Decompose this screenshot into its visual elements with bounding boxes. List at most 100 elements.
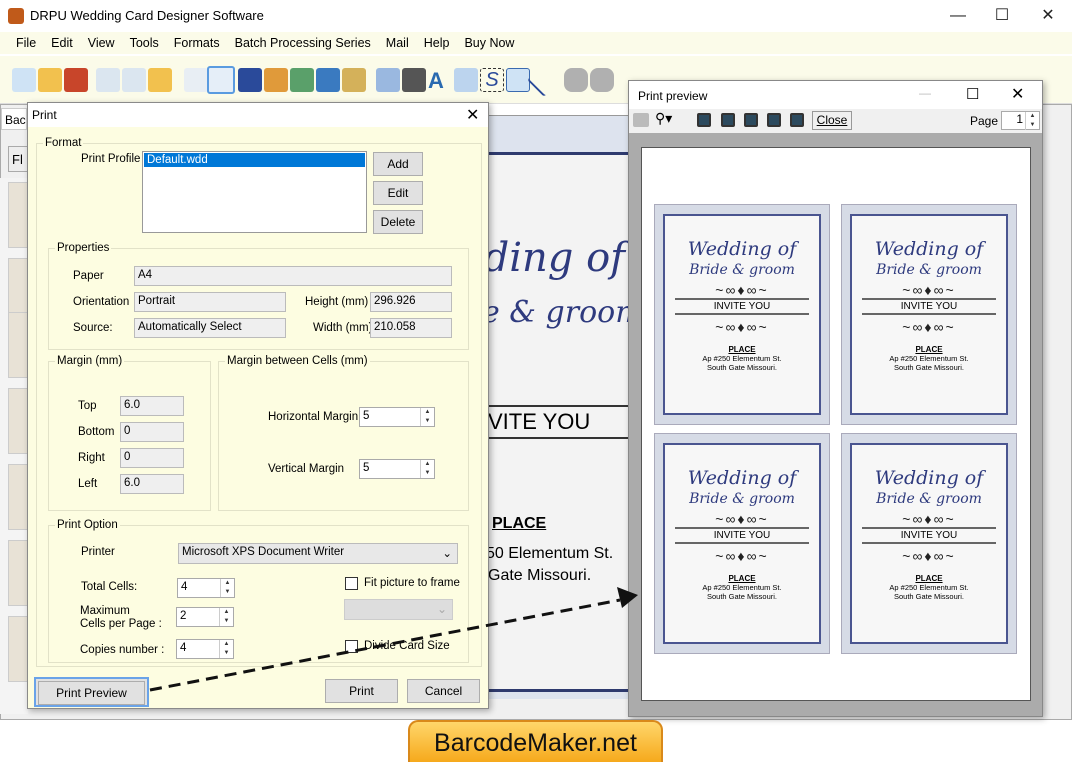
six-pages-icon[interactable] <box>790 113 804 127</box>
design-canvas[interactable]: dding of e & groom VITE YOU PLACE 50 Ele… <box>488 104 630 699</box>
close-file-icon[interactable] <box>64 68 88 92</box>
export-icon[interactable] <box>148 68 172 92</box>
fit-picture-checkbox[interactable] <box>345 577 358 590</box>
save-icon[interactable] <box>96 68 120 92</box>
print-preview-button[interactable]: Print Preview <box>38 681 145 705</box>
dialog-title-bar: Print ✕ <box>28 103 488 127</box>
width-field: 210.058 <box>370 318 452 338</box>
email-icon[interactable] <box>506 68 530 92</box>
close-button[interactable]: ✕ <box>1028 4 1068 28</box>
shapes-icon[interactable] <box>342 68 366 92</box>
left-margin-field[interactable]: 6.0 <box>120 474 184 494</box>
preview-minimize-button[interactable]: — <box>919 86 931 100</box>
print-icon[interactable] <box>633 113 649 127</box>
four-pages-icon[interactable] <box>767 113 781 127</box>
printer-select[interactable]: Microsoft XPS Document Writer ⌄ <box>178 543 458 564</box>
width-label: Width (mm) <box>313 322 373 334</box>
minimize-button[interactable]: — <box>938 4 978 28</box>
word-art-icon[interactable] <box>454 68 478 92</box>
menu-buy-now[interactable]: Buy Now <box>464 36 514 50</box>
cancel-button[interactable]: Cancel <box>407 679 480 703</box>
database-2-icon[interactable] <box>590 68 614 92</box>
three-pages-icon[interactable] <box>744 113 758 127</box>
divide-card-checkbox[interactable] <box>345 640 358 653</box>
preview-card: Wedding of Bride & groom ~∞♦∞~ INVITE YOU ~∞… <box>654 433 830 654</box>
spin-arrows-icon[interactable]: ▲ ▼ <box>420 408 434 426</box>
chevron-down-icon: ⌄ <box>436 602 447 616</box>
thumbnail[interactable] <box>8 388 28 454</box>
total-cells-label: Total Cells: <box>81 581 138 593</box>
profile-item[interactable]: Default.wdd <box>144 153 365 167</box>
spin-arrows-icon[interactable]: ▲ ▼ <box>420 460 434 478</box>
menu-formats[interactable]: Formats <box>174 36 220 50</box>
print-dialog: Print ✕ Format Print Profile Default.wdd… <box>27 102 489 709</box>
two-pages-icon[interactable] <box>721 113 735 127</box>
max-cells-stepper[interactable]: 2 ▲ ▼ <box>176 607 234 627</box>
print-icon[interactable] <box>207 66 235 94</box>
page-stepper[interactable]: 1 ▲ ▼ <box>1001 111 1040 130</box>
zoom-icon[interactable]: ⚲▾ <box>655 110 672 127</box>
menu-file[interactable]: File <box>16 36 36 50</box>
menu-help[interactable]: Help <box>424 36 450 50</box>
card-place: PLACE <box>492 515 547 532</box>
menu-edit[interactable]: Edit <box>51 36 73 50</box>
spin-arrows-icon[interactable]: ▲ ▼ <box>220 579 234 597</box>
menu-view[interactable]: View <box>88 36 115 50</box>
preview-close-toolbar-button[interactable]: Close <box>812 111 852 130</box>
print-properties-icon[interactable] <box>184 68 208 92</box>
open-icon[interactable] <box>38 68 62 92</box>
printer-label: Printer <box>81 546 115 558</box>
print-button[interactable]: Print <box>325 679 398 703</box>
top-margin-field[interactable]: 6.0 <box>120 396 184 416</box>
preview-card: Wedding of Bride & groom ~∞♦∞~ INVITE YOU ~∞… <box>654 204 830 425</box>
save-as-icon[interactable] <box>122 68 146 92</box>
thumbnail[interactable] <box>8 182 28 248</box>
fit-mode-select[interactable]: ⌄ <box>344 599 453 620</box>
card-subtitle: e & groom <box>488 295 630 330</box>
card-preview: dding of e & groom VITE YOU PLACE 50 Ele… <box>488 152 630 692</box>
new-icon[interactable] <box>12 68 36 92</box>
print-profile-list[interactable]: Default.wdd <box>142 151 367 233</box>
source-field: Automatically Select <box>134 318 286 338</box>
spin-arrows-icon[interactable]: ▲ ▼ <box>1025 112 1039 130</box>
image-icon[interactable] <box>290 68 314 92</box>
line-icon[interactable] <box>527 63 561 97</box>
copies-stepper[interactable]: 4 ▲ ▼ <box>176 639 234 659</box>
total-cells-stepper[interactable]: 4 ▲ ▼ <box>177 578 235 598</box>
delete-button[interactable]: Delete <box>373 210 423 234</box>
preview-close-button[interactable]: ✕ <box>1011 84 1024 104</box>
dialog-close-button[interactable]: ✕ <box>466 105 479 125</box>
one-page-icon[interactable] <box>697 113 711 127</box>
thumbnail[interactable] <box>8 540 28 606</box>
text-icon[interactable]: A <box>428 68 452 93</box>
gift-icon[interactable] <box>264 68 288 92</box>
horizontal-margin-stepper[interactable]: 5 ▲ ▼ <box>359 407 435 427</box>
thumbnail[interactable] <box>8 464 28 530</box>
right-margin-field[interactable]: 0 <box>120 448 184 468</box>
spin-arrows-icon[interactable]: ▲ ▼ <box>219 608 233 626</box>
pen-icon[interactable] <box>316 68 340 92</box>
menu-mail[interactable]: Mail <box>386 36 409 50</box>
menu-tools[interactable]: Tools <box>130 36 159 50</box>
thumbnail[interactable] <box>8 312 28 378</box>
horizontal-margin-label: Horizontal Margin <box>268 411 359 423</box>
barcode-icon[interactable] <box>402 68 426 92</box>
preview-maximize-button[interactable]: ☐ <box>966 85 979 103</box>
preview-page: Wedding of Bride & groom ~∞♦∞~ INVITE YOU ~∞… <box>641 147 1031 701</box>
maximize-button[interactable]: ☐ <box>982 4 1022 28</box>
signature-icon[interactable]: S <box>480 68 504 92</box>
panel-tab[interactable]: Bac <box>1 108 27 130</box>
edit-button[interactable]: Edit <box>373 181 423 205</box>
add-button[interactable]: Add <box>373 152 423 176</box>
vertical-margin-stepper[interactable]: 5 ▲ ▼ <box>359 459 435 479</box>
menu-batch[interactable]: Batch Processing Series <box>235 36 371 50</box>
bottom-margin-field[interactable]: 0 <box>120 422 184 442</box>
thumbnail[interactable] <box>8 616 28 682</box>
database-icon[interactable] <box>564 68 588 92</box>
watermark-icon[interactable] <box>376 68 400 92</box>
spin-arrows-icon[interactable]: ▲ ▼ <box>219 640 233 658</box>
divide-card-label: Divide Card Size <box>364 640 450 652</box>
source-label: Source: <box>73 322 113 334</box>
left-margin-label: Left <box>78 478 98 490</box>
background-icon[interactable] <box>238 68 262 92</box>
